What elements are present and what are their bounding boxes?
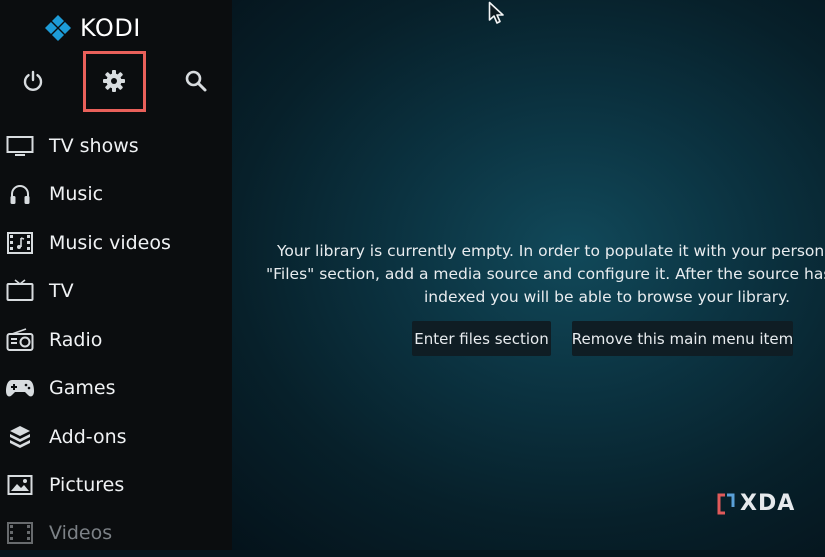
sidebar-item-label: Pictures [49, 474, 125, 496]
sidebar-item-music[interactable]: Music [0, 170, 232, 218]
main-content: Your library is currently empty. In orde… [232, 0, 825, 550]
message-line: Your library is currently empty. In orde… [277, 242, 825, 260]
film-icon [5, 520, 35, 546]
sidebar-item-label: Music videos [49, 232, 171, 254]
tv-icon [5, 278, 35, 304]
xda-watermark: XDA [716, 491, 795, 516]
sidebar-item-tv[interactable]: TV [0, 267, 232, 315]
monitor-icon [5, 133, 35, 159]
sidebar-item-label: Games [49, 377, 116, 399]
gear-icon [103, 70, 125, 92]
mouse-cursor-icon [488, 1, 506, 31]
sidebar-item-label: TV [49, 280, 74, 302]
app-title: KODI [80, 14, 141, 42]
sidebar-item-label: Videos [49, 522, 113, 544]
enter-files-button[interactable]: Enter files section [412, 321, 551, 356]
sidebar: KODI TV shows Music Music videos TV Radi… [0, 0, 232, 550]
message-line: indexed you will be able to browse your … [424, 288, 790, 306]
sidebar-item-music-videos[interactable]: Music videos [0, 219, 232, 267]
remove-menu-item-button[interactable]: Remove this main menu item [572, 321, 793, 356]
xda-logo-icon [717, 493, 735, 514]
kodi-logo: KODI [44, 14, 141, 42]
watermark-text: XDA [740, 491, 796, 516]
kodi-logo-icon [45, 15, 71, 41]
power-icon [23, 70, 43, 92]
sidebar-item-label: Add-ons [49, 426, 127, 448]
power-button[interactable] [20, 68, 46, 94]
sidebar-item-pictures[interactable]: Pictures [0, 461, 232, 509]
message-line: "Files" section, add a media source and … [266, 265, 825, 283]
sidebar-item-label: Radio [49, 329, 103, 351]
radio-icon [5, 327, 35, 353]
sidebar-item-add-ons[interactable]: Add-ons [0, 413, 232, 461]
search-icon [185, 70, 207, 92]
gamepad-icon [5, 375, 35, 401]
box-icon [5, 424, 35, 450]
search-button[interactable] [183, 68, 209, 94]
picture-icon [5, 472, 35, 498]
sidebar-item-label: TV shows [49, 135, 139, 157]
headphones-icon [5, 181, 35, 207]
film-music-icon [5, 230, 35, 256]
sidebar-item-games[interactable]: Games [0, 364, 232, 412]
settings-button[interactable] [101, 68, 127, 94]
sidebar-item-label: Music [49, 183, 104, 205]
sidebar-item-tv-shows[interactable]: TV shows [0, 122, 232, 170]
sidebar-item-radio[interactable]: Radio [0, 316, 232, 364]
